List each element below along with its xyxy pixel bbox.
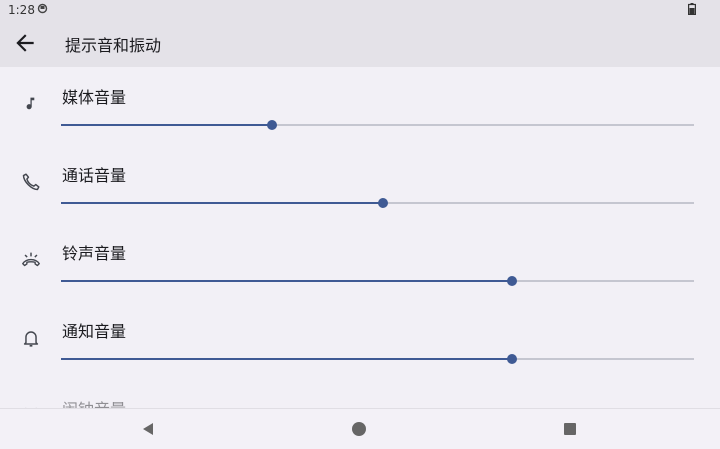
status-time: 1:28 [8,3,35,17]
volume-label-notification: 通知音量 [62,322,127,341]
slider-thumb[interactable] [507,354,518,364]
bell-icon [23,331,39,347]
back-arrow-icon[interactable] [12,30,38,56]
notification-dot-icon [37,3,48,14]
volume-row-ring: 铃声音量 [0,223,720,301]
battery-icon [688,3,696,15]
back-triangle-icon[interactable] [140,421,156,437]
volume-list: 媒体音量 通话音量 铃声音量 通知音量 [0,67,720,408]
media-volume-slider[interactable] [61,117,694,131]
slider-thumb[interactable] [266,120,277,130]
app-bar: 提示音和振动 [0,20,720,67]
music-note-icon [26,97,35,110]
volume-row-call: 通话音量 [0,145,720,223]
volume-row-notification: 通知音量 [0,301,720,379]
volume-label-alarm: 闹钟音量 [62,396,126,408]
volume-label-call: 通话音量 [62,166,127,185]
recents-square-icon[interactable] [562,421,578,437]
ring-volume-slider[interactable] [61,273,694,287]
volume-label-media: 媒体音量 [62,88,127,107]
ring-volume-icon [22,252,40,267]
volume-row-alarm: 闹钟音量 [0,379,720,408]
slider-thumb[interactable] [507,276,518,286]
notification-volume-slider[interactable] [61,351,694,365]
navigation-bar [0,408,720,449]
volume-row-media: 媒体音量 [0,67,720,145]
volume-label-ring: 铃声音量 [62,244,127,263]
call-volume-slider[interactable] [61,195,694,209]
slider-thumb[interactable] [378,198,389,208]
phone-icon [22,173,40,191]
page-title: 提示音和振动 [65,36,162,55]
home-circle-icon[interactable] [351,421,367,437]
status-bar: 1:28 [0,0,720,20]
